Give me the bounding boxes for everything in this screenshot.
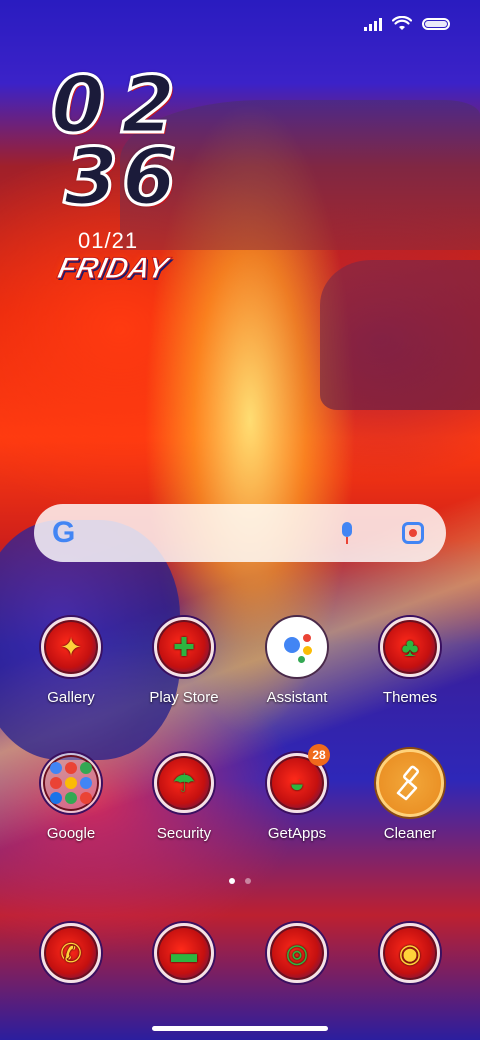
app-label: Gallery [47,689,95,706]
notification-badge: 28 [308,744,330,766]
google-folder-icon [41,753,101,813]
page-indicator[interactable] [0,878,480,884]
app-play-store[interactable]: ✚ Play Store [129,617,239,706]
app-cleaner[interactable]: Cleaner [355,749,465,842]
assistant-icon [267,617,327,677]
app-label: Assistant [266,689,328,706]
cleaner-icon [376,749,444,817]
app-security[interactable]: ☂ Security [129,753,239,842]
lens-icon[interactable] [402,522,424,544]
clock-widget[interactable]: 0 2 3 6 [48,61,178,223]
browser-icon: ◎ [267,923,327,983]
camera-icon: ◉ [380,923,440,983]
status-bar [364,16,450,32]
home-gesture-bar[interactable] [152,1026,328,1031]
app-getapps[interactable]: ◒ 28 GetApps [242,744,352,842]
dock-messages[interactable]: ▬ [129,923,239,983]
clock-hours: 0 2 [48,61,178,151]
wallpaper-rock [320,260,480,410]
battery-icon [422,18,450,30]
wifi-icon [392,16,412,30]
google-search-bar[interactable]: G [34,504,446,562]
clock-date: 01/21 [78,228,139,253]
dock-camera[interactable]: ◉ [355,923,465,983]
play-store-icon: ✚ [154,617,214,677]
gallery-icon: ✦ [41,617,101,677]
dock-browser[interactable]: ◎ [242,923,352,983]
clock-day: FRIDAY [54,252,172,286]
app-label: Google [46,825,96,842]
phone-icon: ✆ [41,923,101,983]
app-assistant[interactable]: Assistant [242,617,352,706]
google-logo-icon: G [52,516,76,549]
mic-icon[interactable] [340,522,354,544]
clock-minute-digit: 6 [120,133,177,223]
themes-icon: ♣ [380,617,440,677]
app-label: Security [156,825,212,842]
app-google-folder[interactable]: Google [16,753,126,842]
app-label: Play Store [149,689,219,706]
app-label: Cleaner [383,825,437,842]
clock-minutes: 3 6 [48,133,178,223]
app-themes[interactable]: ♣ Themes [355,617,465,706]
security-icon: ☂ [154,753,214,813]
clock-minute-digit: 3 [62,133,119,223]
dock-phone[interactable]: ✆ [16,923,126,983]
app-label: GetApps [267,825,327,842]
clock-hour-digit: 2 [119,61,176,151]
clock-hour-digit: 0 [49,61,106,151]
messages-icon: ▬ [154,923,214,983]
page-dot-active[interactable] [229,878,235,884]
page-dot[interactable] [245,878,251,884]
app-label: Themes [382,689,438,706]
app-gallery[interactable]: ✦ Gallery [16,617,126,706]
signal-icon [364,17,382,31]
getapps-icon: ◒ 28 [267,744,330,813]
